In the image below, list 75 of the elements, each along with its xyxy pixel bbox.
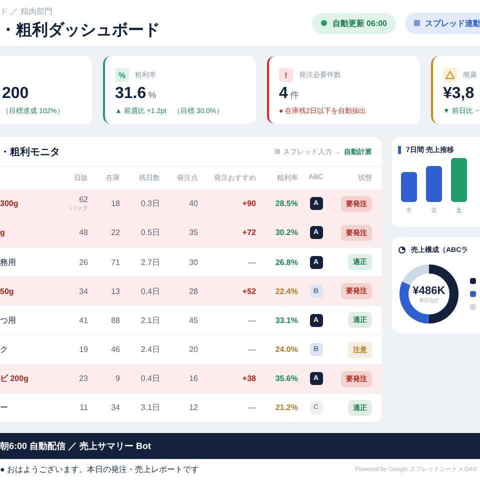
kpi-value: ¥3,8 [443,85,474,103]
donut-chart-drawing [398,263,460,325]
suggested-order-cell-text: +38 [241,374,256,384]
page-title: ・粗利ダッシュボード [0,20,160,40]
margin-cell-text: 30.2% [274,228,298,238]
product-name: 務用 [0,256,17,268]
pie-icon [398,246,406,254]
kpi-unit: 件 [290,89,299,102]
kpi-value: 200 [2,85,29,103]
days-left-cell-text: 2.4日 [140,344,160,356]
margin-cell-text: 24.0% [274,345,298,354]
bot-title: 朝6:00 自動配信 ／ 売上サマリー Bot [0,440,152,452]
margin-cell-text: 26.8% [274,258,298,266]
total-value: ¥486K [412,284,446,296]
daily-sales: 41 [79,316,88,325]
days-left-cell-text: 0.4日 [140,373,160,384]
daily-sales: 26 [79,258,88,266]
suggested-order-cell-text: +72 [241,228,256,238]
stock-cell-text: 88 [110,316,120,325]
stock-cell-text: 9 [114,374,120,384]
suggested-order-cell-text: — [247,258,256,266]
reorder-point-cell-text: 40 [188,199,198,208]
days-left-cell-text: 2.7日 [140,256,160,268]
suggested-order-cell-text: — [247,345,256,354]
stock-cell-text: 13 [110,286,120,296]
margin-cell-text: 22.4% [274,286,298,296]
product-name: ク [0,344,9,356]
days-left-cell-text: 2.1日 [140,314,160,326]
stock-cell-text: 46 [110,345,120,354]
product-name: ー [0,402,9,414]
kpi-icon: ! [279,68,293,82]
reorder-point-cell-text: 12 [188,403,198,412]
days-left-cell-text: 0.4日 [140,286,160,297]
days-left-cell-text: 0.5日 [140,227,160,238]
status-dot-icon [321,20,328,26]
stock-cell-text: 34 [110,403,120,412]
suggested-order-cell-text: +52 [241,286,256,296]
bot-message: ● おはようございます。本日の発注・売上レポートです [0,464,200,475]
suggested-order-cell-text: — [247,403,256,412]
margin-cell-text: 28.5% [274,199,298,208]
bar-icon [398,146,401,154]
daily-sales: 19 [79,345,88,354]
product-name: 50g [0,286,15,296]
daily-sales: 48 [79,228,88,238]
daily-sales: 62 [79,194,88,204]
card-title: ・粗利モニタ [0,146,60,159]
product-name: 300g [0,199,20,208]
reorder-point-cell-text: 35 [188,228,198,238]
breadcrumb: ド ／ 精肉部門 [0,6,54,16]
product-name: g [0,228,6,238]
product-name: ビ 200g [0,373,30,384]
margin-cell-text: 35.6% [274,374,298,384]
reorder-point-cell-text: 20 [188,345,198,354]
kpi-icon: % [115,68,129,82]
kpi-value: 4 [279,85,288,103]
reorder-point-cell-text: 16 [188,374,198,384]
stock-cell-text: 71 [110,258,120,266]
margin-cell-text: 21.2% [274,403,298,412]
days-left-cell-text: 0.3日 [140,198,160,210]
pill-label: 自動更新 06:00 [332,18,387,28]
stock-cell-text: 18 [110,199,120,208]
daily-sales: 34 [79,286,88,296]
kpi-value: 31.6 [115,85,146,103]
reorder-point-cell-text: 45 [188,316,198,325]
daily-sales: 11 [80,403,88,412]
margin-cell-text: 33.1% [274,316,298,325]
product-name: つ用 [0,314,17,326]
reorder-point-cell-text: 30 [188,258,198,266]
suggested-order-cell-text: +90 [241,199,256,208]
reorder-point-cell-text: 28 [188,286,198,296]
days-left-cell-text: 3.1日 [140,402,160,414]
kpi-unit: % [148,90,156,100]
stock-cell-text: 22 [110,228,120,238]
suggested-order-cell-text: — [247,316,256,325]
daily-sales: 23 [79,374,88,384]
